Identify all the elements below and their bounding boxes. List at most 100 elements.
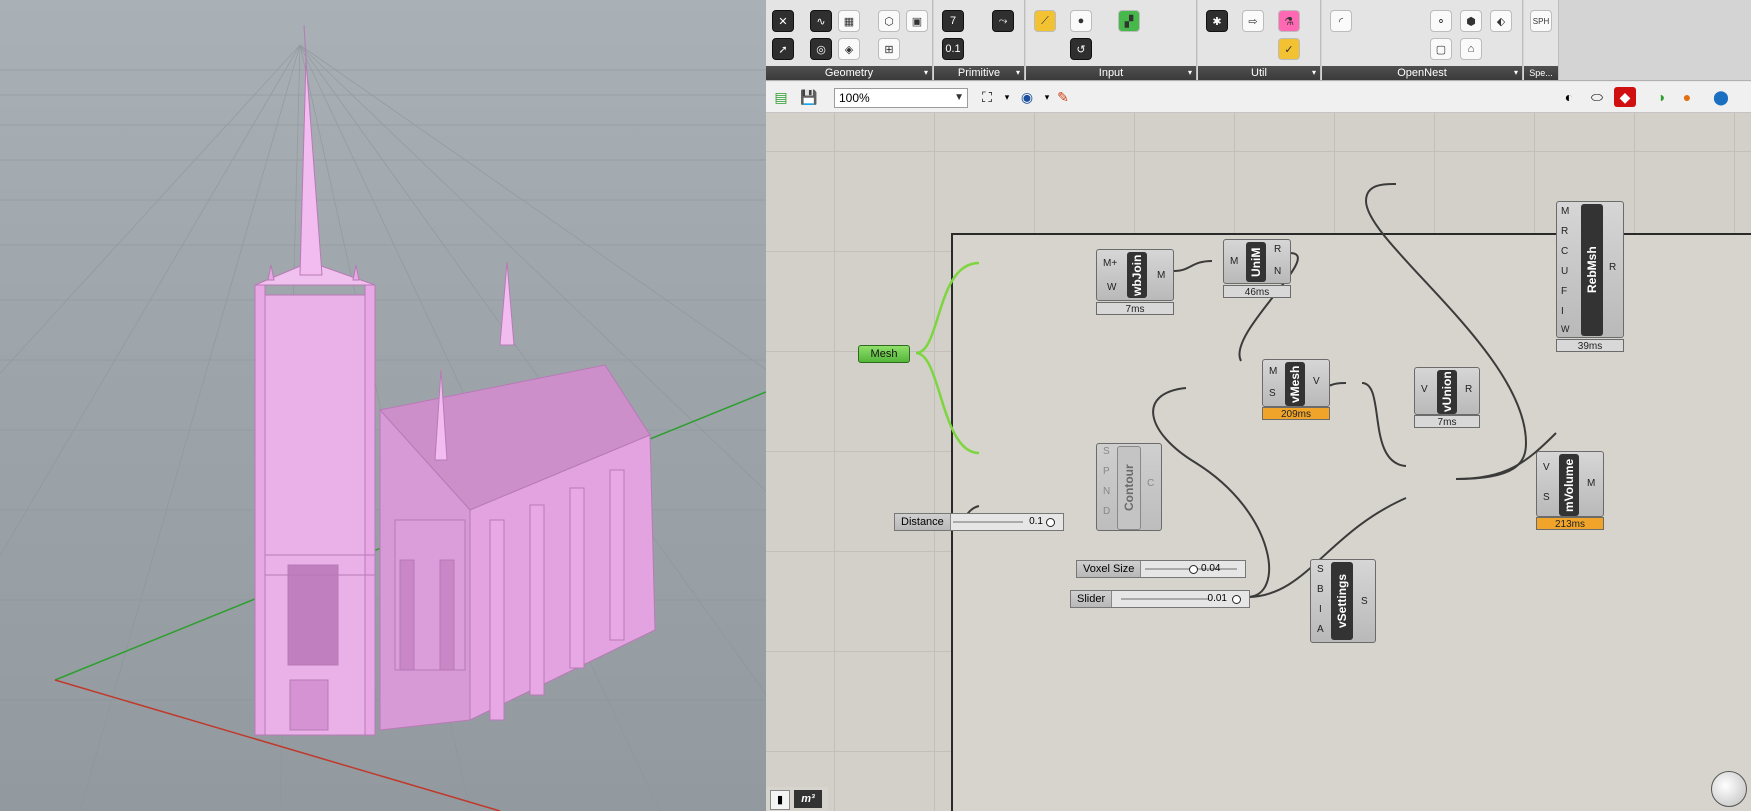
signal-icon[interactable]: ◜ [1330,10,1352,32]
document-icon[interactable]: ● [1676,87,1698,107]
zoom-menu-chevron-icon[interactable]: ▾ [996,87,1018,107]
vsettings-input-b[interactable]: B [1317,584,1324,595]
mesh-quality-icon[interactable]: ◑ [1650,87,1672,107]
number-param-icon[interactable]: 0.1 [942,38,964,60]
voxel-size-slider[interactable]: Voxel Size 0.04 [1076,560,1246,578]
unim-output-n[interactable]: N [1274,266,1281,277]
tag-icon[interactable]: ⬖ [1490,10,1512,32]
vsettings-input-i[interactable]: I [1319,604,1322,615]
rebmsh-input-c[interactable]: C [1561,246,1568,257]
path-param-icon[interactable]: ⤳ [992,10,1014,32]
vmesh-output-v[interactable]: V [1313,376,1320,387]
shape-display-icon[interactable]: ⬤ [1710,87,1732,107]
zoom-extents-icon[interactable]: ⛶ [976,87,998,107]
preview-eye-icon[interactable]: ◉ [1016,87,1038,107]
sph-icon[interactable]: SPH [1530,10,1552,32]
cube-icon[interactable]: ▢ [1430,38,1452,60]
wbjoin-input-w[interactable]: W [1107,282,1116,293]
rebmsh-output-r[interactable]: R [1609,262,1616,273]
rebmsh-input-i[interactable]: I [1561,306,1564,317]
ribbon-group-label-primitive[interactable]: Primitive ▾ [934,66,1024,80]
geometry-hex-icon[interactable]: ⬡ [878,10,900,32]
battery-icon[interactable]: ▮ [770,790,790,810]
geometry-arrow-icon[interactable]: ➚ [772,38,794,60]
flask-icon[interactable]: ⚗ [1278,10,1300,32]
mvolume-output-m[interactable]: M [1587,478,1595,489]
contour-input-d[interactable]: D [1103,506,1110,517]
distance-slider[interactable]: Distance 0.1 [894,513,1064,531]
vmesh-component[interactable]: M S vMesh V [1262,359,1330,407]
vunion-component[interactable]: V vUnion R [1414,367,1480,415]
contour-input-n[interactable]: N [1103,486,1110,497]
geometry-grid-icon[interactable]: ⊞ [878,38,900,60]
wbjoin-output-m[interactable]: M [1157,270,1165,281]
rebmsh-input-f[interactable]: F [1561,286,1567,297]
slider[interactable]: Slider 0.01 [1070,590,1250,608]
control-knob-icon[interactable]: ↺ [1070,38,1092,60]
check-icon[interactable]: ✓ [1278,38,1300,60]
vunion-input-v[interactable]: V [1421,384,1428,395]
geometry-x-icon[interactable]: ✕ [772,10,794,32]
distance-slider-track[interactable] [953,521,1023,523]
vunion-output-r[interactable]: R [1465,384,1472,395]
unim-output-r[interactable]: R [1274,244,1281,255]
mvolume-input-v[interactable]: V [1543,462,1550,473]
ribbon-group-label-util[interactable]: Util ▾ [1198,66,1320,80]
panel-icon[interactable]: ● [1070,10,1092,32]
preview-mode-icon[interactable]: ◐ [1558,87,1580,107]
zoom-dropdown[interactable]: 100% ▼ [834,88,968,108]
vsettings-component[interactable]: S B I A vSettings S [1310,559,1376,643]
circles-icon[interactable]: ⚬ [1430,10,1452,32]
navigation-orb-icon[interactable] [1711,771,1747,807]
grasshopper-canvas[interactable]: Mesh M+ W wbJoin M 7ms M UniM R N 46ms M… [766,113,1751,811]
rebmsh-input-w[interactable]: W [1561,324,1570,334]
selected-preview-icon[interactable]: ◆ [1614,87,1636,107]
save-file-icon[interactable]: 💾 [798,87,820,107]
open-file-icon[interactable]: ▤ [770,87,792,107]
shape-icon[interactable]: ⌂ [1460,38,1482,60]
geometry-curve-icon[interactable]: ∿ [810,10,832,32]
distance-slider-knob[interactable] [1046,518,1055,527]
rebmsh-input-m[interactable]: M [1561,206,1569,217]
mesh-param[interactable]: Mesh [858,345,910,363]
slider-knob[interactable] [1232,595,1241,604]
rebmsh-input-r[interactable]: R [1561,226,1568,237]
ribbon-group-label-input[interactable]: Input ▾ [1026,66,1196,80]
graph-mapper-icon[interactable]: ⟋ [1034,10,1056,32]
unim-component[interactable]: M UniM R N [1223,239,1291,284]
contour-output-c[interactable]: C [1147,478,1154,489]
contour-component[interactable]: S P N D Contour C [1096,443,1162,531]
geometry-diamond-icon[interactable]: ◈ [838,38,860,60]
image-sampler-icon[interactable]: ▞ [1118,10,1140,32]
tree-icon[interactable]: ✱ [1206,10,1228,32]
rhino-viewport[interactable] [0,0,766,811]
rebmsh-component[interactable]: M R C U F I W RebMsh R [1556,201,1624,338]
voxel-size-slider-knob[interactable] [1189,565,1198,574]
ribbon-group-label-spe[interactable]: Spe... [1524,66,1558,80]
contour-input-s[interactable]: S [1103,446,1110,457]
slider-track[interactable] [1121,598,1209,600]
wbjoin-input-m[interactable]: M+ [1103,258,1117,269]
geometry-ring-icon[interactable]: ◎ [810,38,832,60]
hexagon-icon[interactable]: ⬢ [1460,10,1482,32]
ribbon-group-label-geometry[interactable]: Geometry ▾ [766,66,932,80]
sketch-pen-icon[interactable]: ✎ [1052,87,1074,107]
rebmsh-input-u[interactable]: U [1561,266,1568,277]
integer-param-icon[interactable]: 7 [942,10,964,32]
arrow-right-icon[interactable]: ⇨ [1242,10,1264,32]
vmesh-input-m[interactable]: M [1269,366,1277,377]
geometry-box-icon[interactable]: ▣ [906,10,928,32]
vsettings-output-s[interactable]: S [1361,596,1368,607]
contour-input-p[interactable]: P [1103,466,1110,477]
mvolume-input-s[interactable]: S [1543,492,1550,503]
mvolume-component[interactable]: V S mVolume M [1536,451,1604,517]
ribbon-group-label-opennest[interactable]: OpenNest ▾ [1322,66,1522,80]
geometry-mesh-icon[interactable]: ▦ [838,10,860,32]
wbjoin-component[interactable]: M+ W wbJoin M [1096,249,1174,301]
unim-input-m[interactable]: M [1230,256,1238,267]
units-label[interactable]: m³ [794,790,822,808]
vsettings-input-s[interactable]: S [1317,564,1324,575]
vmesh-input-s[interactable]: S [1269,388,1276,399]
shaded-preview-icon[interactable]: ⬭ [1586,87,1608,107]
vsettings-input-a[interactable]: A [1317,624,1324,635]
